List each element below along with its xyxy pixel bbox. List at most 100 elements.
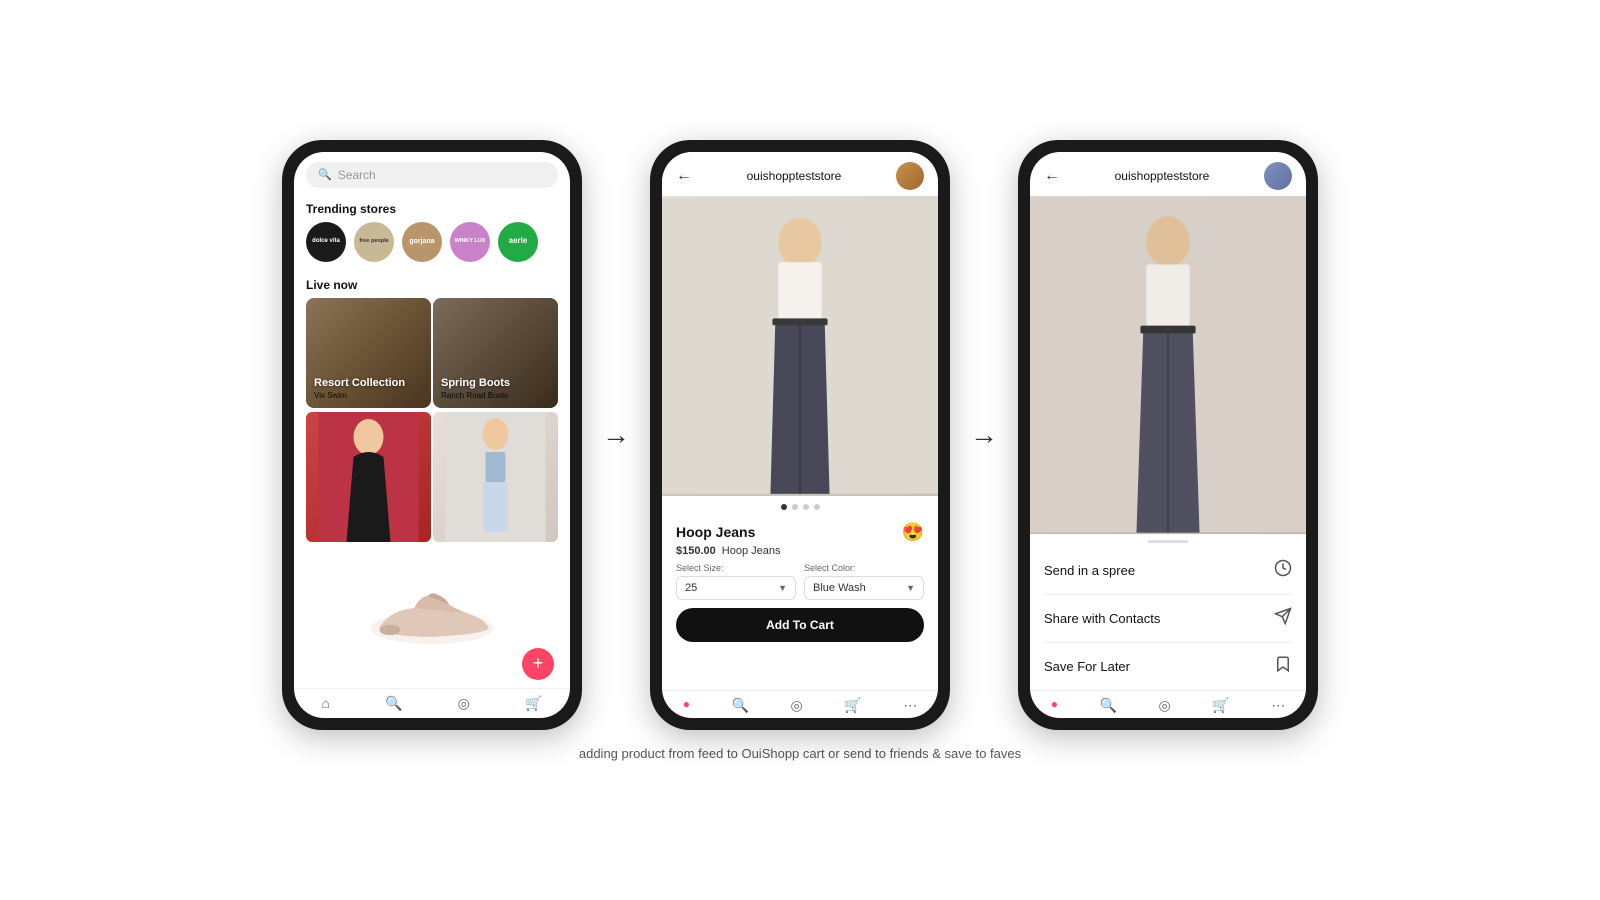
shoe-row: +	[294, 542, 570, 688]
stores-row: dolce vita free people gorjana WINKY LUX…	[294, 222, 570, 270]
store-winky-lux[interactable]: WINKY LUX	[450, 222, 490, 262]
nav-p2-home-dot[interactable]: ●	[683, 697, 690, 714]
selectors-row: Select Size: 25 ▼ Select Color: Blue Was…	[676, 563, 924, 600]
phone-3-back-icon[interactable]: ←	[1044, 167, 1060, 185]
product-price: $150.00	[676, 545, 716, 557]
live-card-boots[interactable]: Spring Boots Ranch Road Boots	[433, 298, 558, 408]
size-group: Select Size: 25 ▼	[676, 563, 796, 600]
nav-p2-more-icon[interactable]: ⋯	[903, 697, 917, 714]
share-contacts-option[interactable]: Share with Contacts	[1044, 595, 1292, 643]
color-selector[interactable]: Blue Wash ▼	[804, 576, 924, 600]
phone-1: 🔍 Search Trending stores dolce vita free…	[282, 140, 582, 730]
image-dots	[662, 496, 938, 518]
live-card-resort-sub: Vix Swim	[314, 391, 405, 400]
phone-3: ← ouishoppteststore	[1018, 140, 1318, 730]
phone-1-header: 🔍 Search	[294, 152, 570, 194]
phone-2-nav: ● 🔍 ◎ 🛒 ⋯	[662, 690, 938, 718]
store-gorjana[interactable]: gorjana	[402, 222, 442, 262]
arrow-2: →	[970, 419, 998, 451]
nav-p2-search-icon[interactable]: 🔍	[732, 697, 749, 714]
size-label: Select Size:	[676, 563, 796, 573]
phone-3-screen: ← ouishoppteststore	[1030, 152, 1306, 718]
nav-p3-more-icon[interactable]: ⋯	[1271, 697, 1285, 714]
search-placeholder: Search	[338, 168, 376, 182]
color-group: Select Color: Blue Wash ▼	[804, 563, 924, 600]
nav-p2-profile-icon[interactable]: ◎	[791, 697, 803, 714]
color-value: Blue Wash	[813, 582, 866, 594]
nav-p2-cart-icon[interactable]: 🛒	[844, 697, 861, 714]
size-selector[interactable]: 25 ▼	[676, 576, 796, 600]
phone-3-avatar	[1264, 162, 1292, 190]
share-contacts-label: Share with Contacts	[1044, 611, 1160, 626]
trending-title: Trending stores	[294, 194, 570, 222]
color-chevron-icon: ▼	[906, 583, 915, 593]
main-container: 🔍 Search Trending stores dolce vita free…	[0, 140, 1600, 761]
store-aerie[interactable]: aerie	[498, 222, 538, 262]
phone-3-header: ← ouishoppteststore	[1030, 152, 1306, 196]
phone-2-header: ← ouishoppteststore	[662, 152, 938, 196]
save-later-option[interactable]: Save For Later	[1044, 643, 1292, 690]
phone-2: ← ouishoppteststore	[650, 140, 950, 730]
live-card-boots-content: Spring Boots Ranch Road Boots	[441, 377, 510, 399]
live-card-resort-content: Resort Collection Vix Swim	[314, 377, 405, 399]
size-value: 25	[685, 582, 697, 594]
send-spree-icon	[1274, 559, 1292, 582]
nav-p3-cart-icon[interactable]: 🛒	[1212, 697, 1229, 714]
share-options: Send in a spree Share with Contacts	[1030, 547, 1306, 690]
dot-3	[803, 504, 809, 510]
nav-p3-profile-icon[interactable]: ◎	[1159, 697, 1171, 714]
nav-p3-search-icon[interactable]: 🔍	[1100, 697, 1117, 714]
live-card-boots-sub: Ranch Road Boots	[441, 391, 510, 400]
share-contacts-icon	[1274, 607, 1292, 630]
emoji-reaction[interactable]: 😍	[902, 522, 924, 543]
dot-1	[781, 504, 787, 510]
phone-1-screen: 🔍 Search Trending stores dolce vita free…	[294, 152, 570, 718]
send-spree-option[interactable]: Send in a spree	[1044, 547, 1292, 595]
phone-2-store-name: ouishoppteststore	[747, 169, 842, 183]
arrow-1: →	[602, 419, 630, 451]
phone-3-nav: ● 🔍 ◎ 🛒 ⋯	[1030, 690, 1306, 718]
phone-2-info: Hoop Jeans 😍 $150.00 Hoop Jeans Select S…	[662, 518, 938, 650]
nav-search-icon[interactable]: 🔍	[385, 695, 402, 712]
color-label: Select Color:	[804, 563, 924, 573]
nav-p3-home-dot[interactable]: ●	[1051, 697, 1058, 714]
dot-2	[792, 504, 798, 510]
live-card-resort-bg: Resort Collection Vix Swim	[306, 298, 431, 408]
store-free-people[interactable]: free people	[354, 222, 394, 262]
product-price-label: Hoop Jeans	[722, 545, 781, 557]
phones-row: 🔍 Search Trending stores dolce vita free…	[0, 140, 1600, 730]
save-later-icon	[1274, 655, 1292, 678]
caption: adding product from feed to OuiShopp car…	[579, 746, 1021, 761]
live-card-resort[interactable]: Resort Collection Vix Swim	[306, 298, 431, 408]
fab-button[interactable]: +	[522, 648, 554, 680]
add-to-cart-button[interactable]: Add To Cart	[676, 608, 924, 642]
size-chevron-icon: ▼	[778, 583, 787, 593]
bottom-sheet-handle	[1148, 540, 1188, 543]
phone-3-store-name: ouishoppteststore	[1115, 169, 1210, 183]
store-dolce-vita[interactable]: dolce vita	[306, 222, 346, 262]
phone-3-product-image	[1030, 196, 1306, 534]
product-card-active[interactable]	[433, 412, 558, 542]
price-row: $150.00 Hoop Jeans	[676, 545, 924, 557]
product-name: Hoop Jeans	[676, 524, 755, 540]
search-bar[interactable]: 🔍 Search	[306, 162, 558, 188]
nav-home-icon[interactable]: ⌂	[322, 695, 330, 712]
send-spree-label: Send in a spree	[1044, 563, 1135, 578]
phone-2-screen: ← ouishoppteststore	[662, 152, 938, 718]
product-grid	[294, 408, 570, 542]
save-later-label: Save For Later	[1044, 659, 1130, 674]
live-card-boots-title: Spring Boots	[441, 377, 510, 390]
live-title: Live now	[294, 270, 570, 298]
phone-2-back-icon[interactable]: ←	[676, 167, 692, 185]
product-card-dress[interactable]	[306, 412, 431, 542]
phone-2-avatar	[896, 162, 924, 190]
nav-cart-icon[interactable]: 🛒	[525, 695, 542, 712]
nav-profile-icon[interactable]: ◎	[458, 695, 470, 712]
live-card-boots-bg: Spring Boots Ranch Road Boots	[433, 298, 558, 408]
phone-2-product-image	[662, 196, 938, 496]
search-icon: 🔍	[318, 168, 332, 181]
product-name-row: Hoop Jeans 😍	[676, 522, 924, 543]
dot-4	[814, 504, 820, 510]
phone-1-nav: ⌂ 🔍 ◎ 🛒	[294, 688, 570, 718]
live-grid: Resort Collection Vix Swim Spring Boots …	[294, 298, 570, 408]
